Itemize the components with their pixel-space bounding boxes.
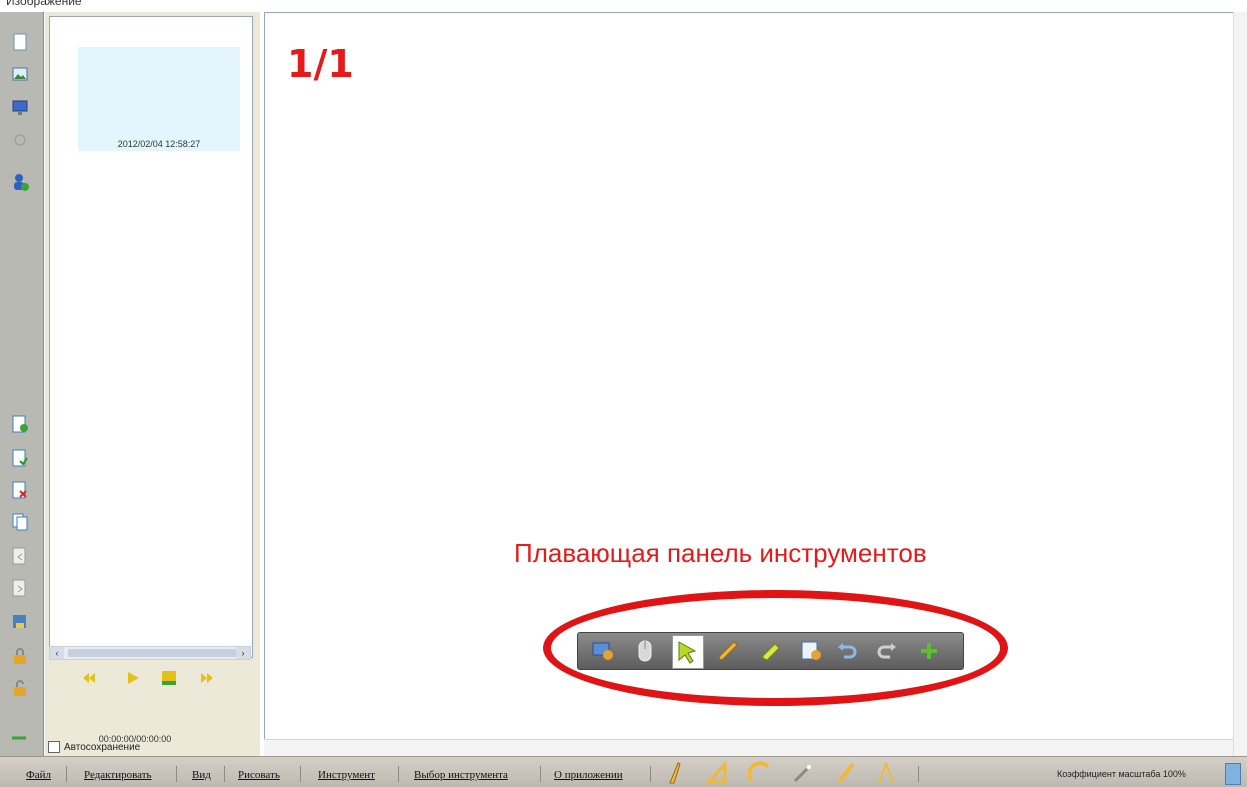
scroll-thumb[interactable] — [68, 649, 236, 657]
unlock-icon[interactable] — [10, 678, 30, 698]
menu-view[interactable]: Вид — [192, 769, 211, 781]
menu-draw[interactable]: Рисовать — [238, 769, 280, 781]
ruler-icon[interactable] — [664, 761, 688, 785]
menu-file[interactable]: Файл — [26, 769, 51, 781]
menu-separator — [398, 766, 399, 782]
screen-icon[interactable] — [10, 98, 30, 118]
autosave-checkbox[interactable]: Автосохранение — [48, 741, 140, 753]
image-icon[interactable] — [10, 64, 30, 84]
eraser-icon[interactable] — [796, 637, 826, 665]
menu-separator — [650, 766, 651, 782]
pen-icon[interactable] — [714, 637, 744, 665]
lock-icon[interactable] — [10, 646, 30, 666]
copy-page-icon[interactable] — [10, 512, 30, 532]
autosave-label: Автосохранение — [64, 741, 141, 753]
disabled-icon — [10, 130, 30, 150]
play-icon[interactable] — [124, 669, 142, 687]
menu-separator — [540, 766, 541, 782]
new-page-icon[interactable] — [10, 32, 30, 52]
scroll-left-icon[interactable]: ‹ — [50, 647, 64, 659]
save-icon[interactable] — [10, 612, 30, 632]
select-arrow-icon[interactable] — [672, 635, 704, 669]
undo-icon[interactable] — [832, 637, 862, 665]
protractor-icon[interactable] — [748, 761, 772, 785]
menu-edit[interactable]: Редактировать — [84, 769, 152, 781]
thumbnail-list: 2012/02/04 12:58:27 — [49, 16, 253, 658]
left-toolbar — [0, 12, 44, 756]
annotation-label: Плавающая панель инструментов — [514, 538, 927, 568]
triangle-icon[interactable] — [706, 761, 730, 785]
zoom-level: Коэффициент масштаба 100% — [1057, 769, 1186, 779]
vertical-scrollbar[interactable] — [1233, 12, 1247, 756]
slide-thumbnail[interactable]: 2012/02/04 12:58:27 — [78, 47, 240, 151]
window-title-fragment: Изображение — [0, 0, 1247, 12]
duplicate-page-icon[interactable] — [10, 448, 30, 468]
screen-capture-icon[interactable] — [588, 637, 618, 665]
menu-separator — [224, 766, 225, 782]
horizontal-scrollbar[interactable] — [264, 739, 1233, 756]
stop-icon[interactable] — [160, 669, 178, 687]
zoom-icon[interactable] — [1225, 763, 1241, 785]
laser-pointer-icon[interactable] — [790, 761, 814, 785]
menu-tool-selection[interactable]: Выбор инструмента — [414, 769, 508, 781]
next-page-icon[interactable] — [10, 578, 30, 598]
fast-forward-icon[interactable] — [198, 669, 216, 687]
status-menu-bar: Файл Редактировать Вид Рисовать Инструме… — [0, 756, 1247, 787]
scroll-right-icon[interactable]: › — [236, 647, 250, 659]
mouse-icon[interactable] — [630, 637, 660, 665]
slide-timestamp: 2012/02/04 12:58:27 — [117, 139, 201, 149]
autosave-box[interactable] — [48, 741, 60, 753]
thumbnail-scrollbar[interactable]: ‹ › — [49, 646, 251, 660]
menu-about[interactable]: О приложении — [554, 769, 623, 781]
redo-icon[interactable] — [872, 637, 902, 665]
highlighter-icon[interactable] — [756, 637, 786, 665]
rewind-icon[interactable] — [80, 669, 98, 687]
menu-separator — [300, 766, 301, 782]
menu-tool[interactable]: Инструмент — [318, 769, 375, 781]
add-icon[interactable] — [914, 637, 944, 665]
thumbnail-panel: 2012/02/04 12:58:27 ‹ › — [45, 12, 260, 756]
prev-page-icon[interactable] — [10, 546, 30, 566]
menu-separator — [176, 766, 177, 782]
compass-icon[interactable] — [874, 761, 898, 785]
page-number: 1/1 — [287, 42, 354, 86]
menu-separator — [66, 766, 67, 782]
floating-toolbar[interactable] — [577, 632, 964, 670]
marker-icon[interactable] — [834, 761, 858, 785]
delete-page-icon[interactable] — [10, 480, 30, 500]
add-page-icon[interactable] — [10, 414, 30, 434]
user-icon[interactable] — [10, 172, 30, 192]
arrow-icon[interactable] — [10, 728, 30, 748]
playback-controls — [70, 669, 230, 687]
menu-separator — [918, 766, 919, 782]
